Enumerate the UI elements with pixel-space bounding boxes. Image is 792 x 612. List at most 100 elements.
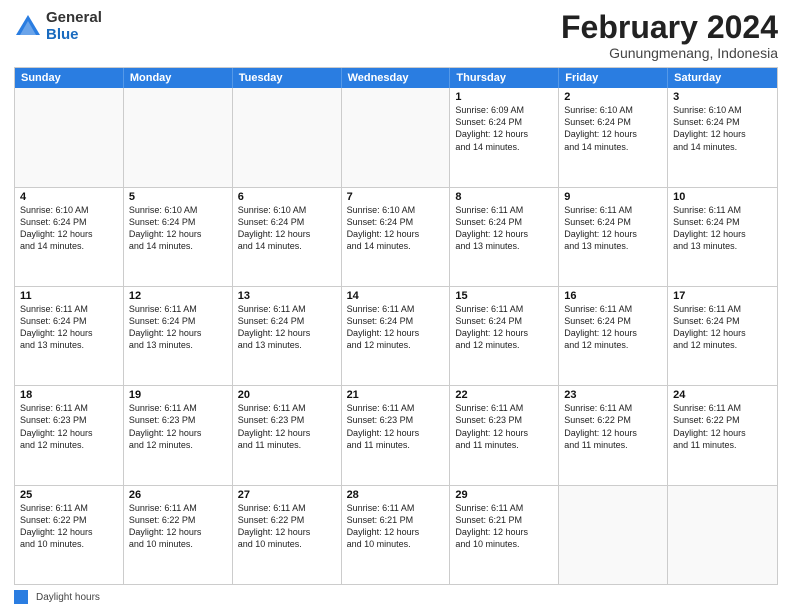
day-info: Sunrise: 6:11 AM Sunset: 6:24 PM Dayligh… [673,204,772,253]
footer: Daylight hours [14,590,778,604]
day-number: 21 [347,389,445,401]
day-info: Sunrise: 6:11 AM Sunset: 6:24 PM Dayligh… [673,303,772,352]
logo-text: General Blue [46,10,102,43]
day-number: 7 [347,191,445,203]
calendar-header-cell: Friday [559,68,668,88]
location-subtitle: Gunungmenang, Indonesia [561,45,778,61]
page: General Blue February 2024 Gunungmenang,… [0,0,792,612]
calendar-cell: 8Sunrise: 6:11 AM Sunset: 6:24 PM Daylig… [450,188,559,286]
day-number: 25 [20,489,118,501]
calendar-body: 1Sunrise: 6:09 AM Sunset: 6:24 PM Daylig… [15,88,777,584]
day-info: Sunrise: 6:11 AM Sunset: 6:22 PM Dayligh… [564,402,662,451]
day-info: Sunrise: 6:11 AM Sunset: 6:23 PM Dayligh… [347,402,445,451]
day-info: Sunrise: 6:11 AM Sunset: 6:21 PM Dayligh… [455,502,553,551]
calendar-header-cell: Monday [124,68,233,88]
calendar-cell [342,88,451,186]
day-info: Sunrise: 6:11 AM Sunset: 6:24 PM Dayligh… [564,204,662,253]
day-info: Sunrise: 6:10 AM Sunset: 6:24 PM Dayligh… [20,204,118,253]
day-info: Sunrise: 6:11 AM Sunset: 6:24 PM Dayligh… [455,303,553,352]
day-number: 5 [129,191,227,203]
calendar-cell: 4Sunrise: 6:10 AM Sunset: 6:24 PM Daylig… [15,188,124,286]
calendar-header: SundayMondayTuesdayWednesdayThursdayFrid… [15,68,777,88]
day-info: Sunrise: 6:11 AM Sunset: 6:23 PM Dayligh… [129,402,227,451]
day-number: 1 [455,91,553,103]
day-number: 4 [20,191,118,203]
calendar-cell: 27Sunrise: 6:11 AM Sunset: 6:22 PM Dayli… [233,486,342,584]
day-info: Sunrise: 6:11 AM Sunset: 6:23 PM Dayligh… [455,402,553,451]
day-info: Sunrise: 6:11 AM Sunset: 6:21 PM Dayligh… [347,502,445,551]
day-info: Sunrise: 6:09 AM Sunset: 6:24 PM Dayligh… [455,104,553,153]
day-info: Sunrise: 6:11 AM Sunset: 6:24 PM Dayligh… [129,303,227,352]
calendar-cell: 25Sunrise: 6:11 AM Sunset: 6:22 PM Dayli… [15,486,124,584]
calendar-cell: 6Sunrise: 6:10 AM Sunset: 6:24 PM Daylig… [233,188,342,286]
calendar-cell: 5Sunrise: 6:10 AM Sunset: 6:24 PM Daylig… [124,188,233,286]
day-number: 26 [129,489,227,501]
calendar-cell: 29Sunrise: 6:11 AM Sunset: 6:21 PM Dayli… [450,486,559,584]
day-info: Sunrise: 6:10 AM Sunset: 6:24 PM Dayligh… [347,204,445,253]
day-info: Sunrise: 6:11 AM Sunset: 6:24 PM Dayligh… [564,303,662,352]
logo-blue: Blue [46,27,102,44]
calendar-cell: 11Sunrise: 6:11 AM Sunset: 6:24 PM Dayli… [15,287,124,385]
calendar-cell: 19Sunrise: 6:11 AM Sunset: 6:23 PM Dayli… [124,386,233,484]
calendar-cell: 28Sunrise: 6:11 AM Sunset: 6:21 PM Dayli… [342,486,451,584]
calendar-cell: 22Sunrise: 6:11 AM Sunset: 6:23 PM Dayli… [450,386,559,484]
calendar-cell: 9Sunrise: 6:11 AM Sunset: 6:24 PM Daylig… [559,188,668,286]
day-info: Sunrise: 6:11 AM Sunset: 6:22 PM Dayligh… [238,502,336,551]
calendar-header-cell: Tuesday [233,68,342,88]
day-info: Sunrise: 6:11 AM Sunset: 6:24 PM Dayligh… [347,303,445,352]
title-block: February 2024 Gunungmenang, Indonesia [561,10,778,61]
day-number: 3 [673,91,772,103]
day-number: 20 [238,389,336,401]
header: General Blue February 2024 Gunungmenang,… [14,10,778,61]
logo-icon [14,13,42,41]
calendar-cell: 1Sunrise: 6:09 AM Sunset: 6:24 PM Daylig… [450,88,559,186]
day-info: Sunrise: 6:11 AM Sunset: 6:24 PM Dayligh… [238,303,336,352]
day-number: 8 [455,191,553,203]
calendar-header-cell: Sunday [15,68,124,88]
day-number: 15 [455,290,553,302]
calendar-header-cell: Saturday [668,68,777,88]
day-info: Sunrise: 6:11 AM Sunset: 6:23 PM Dayligh… [238,402,336,451]
calendar-header-cell: Wednesday [342,68,451,88]
day-info: Sunrise: 6:10 AM Sunset: 6:24 PM Dayligh… [129,204,227,253]
day-number: 28 [347,489,445,501]
logo-general: General [46,10,102,27]
calendar-cell: 24Sunrise: 6:11 AM Sunset: 6:22 PM Dayli… [668,386,777,484]
calendar-header-cell: Thursday [450,68,559,88]
day-info: Sunrise: 6:11 AM Sunset: 6:22 PM Dayligh… [129,502,227,551]
day-info: Sunrise: 6:11 AM Sunset: 6:22 PM Dayligh… [673,402,772,451]
calendar-cell [668,486,777,584]
calendar-cell: 15Sunrise: 6:11 AM Sunset: 6:24 PM Dayli… [450,287,559,385]
day-number: 24 [673,389,772,401]
day-info: Sunrise: 6:10 AM Sunset: 6:24 PM Dayligh… [673,104,772,153]
calendar-cell: 23Sunrise: 6:11 AM Sunset: 6:22 PM Dayli… [559,386,668,484]
calendar: SundayMondayTuesdayWednesdayThursdayFrid… [14,67,778,585]
day-number: 16 [564,290,662,302]
day-info: Sunrise: 6:10 AM Sunset: 6:24 PM Dayligh… [564,104,662,153]
calendar-row: 18 Sunrise: 6:11 AM Sunset: 6:23 PM Dayli… [15,386,777,485]
day-number: 12 [129,290,227,302]
calendar-cell: 18Sunrise: 6:11 AM Sunset: 6:23 PM Dayli… [15,386,124,484]
day-number: 17 [673,290,772,302]
day-info: Sunrise: 6:11 AM Sunset: 6:24 PM Dayligh… [20,303,118,352]
calendar-cell: 21Sunrise: 6:11 AM Sunset: 6:23 PM Dayli… [342,386,451,484]
calendar-row: 25Sunrise: 6:11 AM Sunset: 6:22 PM Dayli… [15,486,777,584]
calendar-row: 1Sunrise: 6:09 AM Sunset: 6:24 PM Daylig… [15,88,777,187]
calendar-cell: 7Sunrise: 6:10 AM Sunset: 6:24 PM Daylig… [342,188,451,286]
day-number: 10 [673,191,772,203]
day-info: Sunrise: 6:11 AM Sunset: 6:22 PM Dayligh… [20,502,118,551]
calendar-cell: 3Sunrise: 6:10 AM Sunset: 6:24 PM Daylig… [668,88,777,186]
calendar-cell: 13Sunrise: 6:11 AM Sunset: 6:24 PM Dayli… [233,287,342,385]
calendar-cell: 16Sunrise: 6:11 AM Sunset: 6:24 PM Dayli… [559,287,668,385]
calendar-cell [233,88,342,186]
month-title: February 2024 [561,10,778,45]
calendar-cell: 12Sunrise: 6:11 AM Sunset: 6:24 PM Dayli… [124,287,233,385]
day-number: 9 [564,191,662,203]
day-info: Sunrise: 6:11 AM Sunset: 6:24 PM Dayligh… [455,204,553,253]
day-number: 29 [455,489,553,501]
day-number: 18 [20,389,118,401]
calendar-cell [559,486,668,584]
calendar-cell: 20Sunrise: 6:11 AM Sunset: 6:23 PM Dayli… [233,386,342,484]
day-number: 11 [20,290,118,302]
logo: General Blue [14,10,102,43]
